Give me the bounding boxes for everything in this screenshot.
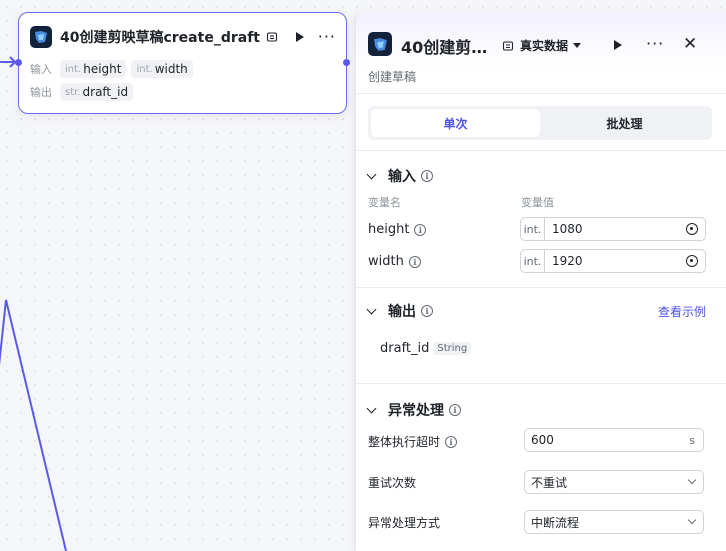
divider [356,287,726,288]
timeout-value: 600 [531,433,554,447]
divider [356,150,726,151]
retry-select[interactable]: 不重试 [524,470,704,494]
timeout-unit: s [689,433,695,447]
close-icon[interactable]: ✕ [683,36,697,53]
variable-reference-icon[interactable] [686,255,698,267]
node-header: 40创建剪映草稿create_draft ··· [30,24,336,50]
run-test-icon[interactable] [614,40,622,50]
output-var-name: draft_id [380,341,430,356]
node-outputs-row: 输出 str. draft_id [30,83,138,101]
tab-batch[interactable]: 批处理 [540,109,709,137]
plugin-logo-icon [368,32,392,56]
value-text: 1920 [552,254,583,268]
var-name-text: height [368,222,410,237]
output-section-title: 输出 [388,304,416,320]
value-type: int. [521,250,545,272]
panel-header: 40创建剪… 真实数据 ··· ✕ 创建草稿 [356,12,726,94]
view-example-link[interactable]: 查看示例 [658,303,706,320]
mode-tabs: 单次 批处理 [368,106,712,140]
info-icon[interactable]: i [421,305,433,317]
output-section-header[interactable]: 输出 i [366,301,433,321]
chip-type: int. [65,63,82,75]
retry-label: 重试次数 [368,474,416,491]
col-var-value: 变量值 [521,196,554,209]
var-name-text: width [368,254,404,269]
plugin-tag-icon [266,32,278,42]
retry-label-text: 重试次数 [368,476,417,490]
plugin-tag-icon [502,40,514,51]
node-output-chip: str. draft_id [60,83,134,101]
timeout-label-text: 整体执行超时 [368,435,441,449]
node-input-label: 输入 [30,63,52,76]
var-name-height: height i [368,222,427,237]
node-title: 40创建剪映草稿create_draft [60,30,260,46]
panel-title: 40创建剪… [401,38,488,57]
exception-section-title: 异常处理 [388,403,444,419]
run-node-icon[interactable] [295,32,304,42]
chevron-down-icon [366,304,377,314]
chevron-down-icon [366,169,377,179]
panel-description: 创建草稿 [368,70,417,84]
col-var-name: 变量名 [368,196,401,209]
variable-reference-icon[interactable] [686,223,698,235]
divider [356,383,726,384]
handling-value: 中断流程 [531,515,580,530]
chip-type: str. [65,86,81,98]
info-icon[interactable]: i [449,404,461,416]
chevron-down-icon [366,403,377,413]
workflow-node-create-draft[interactable]: 40创建剪映草稿create_draft ··· 输入 int. height i… [15,12,350,114]
width-value-input[interactable]: int. 1920 [520,249,706,273]
handling-label-text: 异常处理方式 [368,516,441,530]
node-inputs-row: 输入 int. height int. width [30,60,198,78]
info-icon[interactable]: i [445,435,458,448]
output-var-type: String [433,342,472,355]
timeout-input[interactable]: 600 s [524,428,704,452]
node-input-port[interactable] [15,59,22,66]
chip-name: height [83,62,122,76]
var-name-width: width i [368,254,421,269]
output-var-row: draft_id String [380,341,472,356]
timeout-label: 整体执行超时 i [368,433,458,450]
chip-name: width [154,62,188,76]
input-section-header[interactable]: 输入 i [366,166,433,186]
node-output-label: 输出 [30,86,52,99]
node-test-panel: 40创建剪… 真实数据 ··· ✕ 创建草稿 单次 批处理 输入 i 变量名 变… [355,12,726,551]
caret-down-icon [573,43,582,48]
env-select-value: 真实数据 [520,39,569,53]
chevron-down-icon [687,475,697,485]
chip-name: draft_id [82,85,129,99]
chip-type: int. [136,63,153,75]
retry-value: 不重试 [531,475,568,490]
info-icon[interactable]: i [421,170,433,182]
handling-select[interactable]: 中断流程 [524,510,704,534]
node-input-chip: int. height [60,60,127,78]
node-input-chip: int. width [131,60,193,78]
connection-edge[interactable] [0,299,67,551]
info-icon[interactable]: i [408,255,421,268]
node-output-port[interactable] [343,59,350,66]
plugin-logo-icon [30,26,52,48]
height-value-input[interactable]: int. 1080 [520,217,706,241]
chevron-down-icon [687,515,697,525]
input-section-title: 输入 [388,169,416,185]
value-type: int. [521,218,545,240]
more-options-icon[interactable]: ··· [318,29,336,45]
tab-single[interactable]: 单次 [371,109,540,137]
exception-section-header[interactable]: 异常处理 i [366,400,461,420]
handling-label: 异常处理方式 [368,514,440,531]
env-select[interactable]: 真实数据 [502,37,582,54]
value-text: 1080 [552,222,583,236]
info-icon[interactable]: i [414,223,427,236]
more-options-icon[interactable]: ··· [646,36,664,52]
